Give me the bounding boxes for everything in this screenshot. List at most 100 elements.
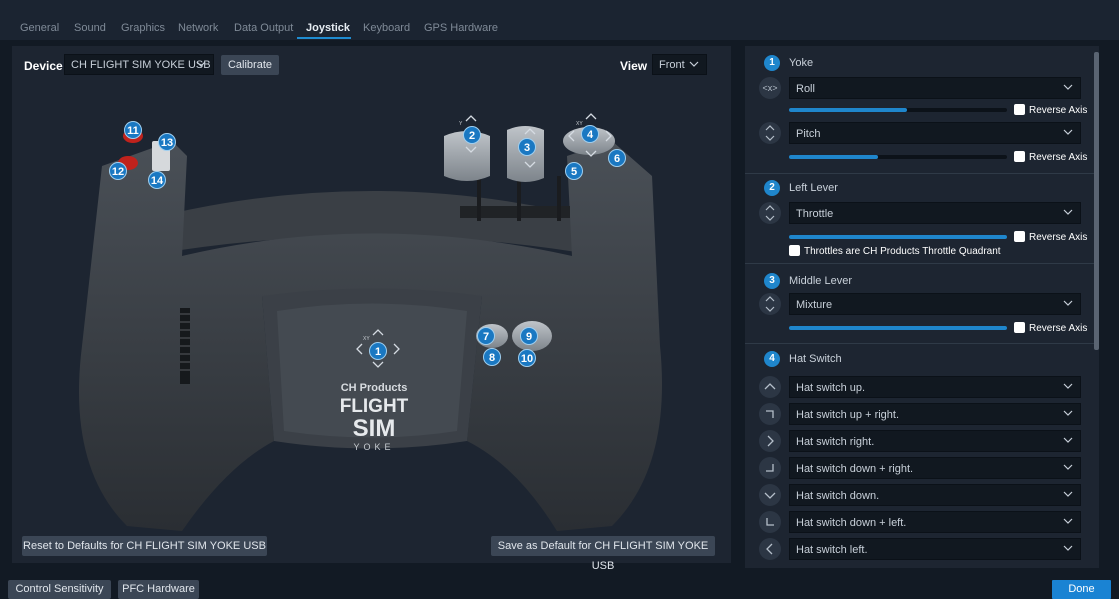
chevron-down-icon [1063, 129, 1073, 135]
chevron-down-icon [1063, 84, 1073, 90]
section-left-lever-title: Left Lever [789, 182, 838, 194]
tab-sound[interactable]: Sound [74, 22, 106, 34]
chevron-down-icon [1063, 518, 1073, 524]
tab-graphics[interactable]: Graphics [121, 22, 165, 34]
roll-select[interactable]: Roll [789, 77, 1081, 99]
badge-button-9[interactable]: 9 [520, 327, 538, 345]
pitch-select[interactable]: Pitch [789, 122, 1081, 144]
pitch-slider[interactable] [789, 155, 1007, 159]
roll-reverse-label: Reverse Axis [1029, 105, 1088, 116]
hat-up-select[interactable]: Hat switch up. [789, 376, 1081, 398]
hat-down-left-value: Hat switch down + left. [796, 517, 907, 529]
pitch-select-value: Pitch [796, 128, 821, 140]
hat-right-select[interactable]: Hat switch right. [789, 430, 1081, 452]
section-middle-lever-title: Middle Lever [789, 275, 852, 287]
pitch-reverse-checkbox[interactable] [1014, 151, 1025, 162]
badge-hat-switch[interactable]: 4 [581, 125, 599, 143]
badge-button-13[interactable]: 13 [158, 133, 176, 151]
throttle-slider-fill [789, 235, 1007, 239]
chevron-right-icon [759, 430, 781, 452]
chevron-down-icon [1063, 545, 1073, 551]
badge-yoke[interactable]: 1 [369, 342, 387, 360]
badge-button-6[interactable]: 6 [608, 149, 626, 167]
tab-bar: General Sound Graphics Network Data Outp… [0, 0, 1119, 40]
corner-down-left-icon [759, 511, 781, 533]
throttle-slider[interactable] [789, 235, 1007, 239]
hat-down-right-select[interactable]: Hat switch down + right. [789, 457, 1081, 479]
roll-axis-icon: <x> [759, 77, 781, 99]
hat-1-axis-label: XY [363, 336, 370, 342]
tab-network[interactable]: Network [178, 22, 218, 34]
section-hat-switch-number: 4 [764, 351, 780, 367]
mixture-slider[interactable] [789, 326, 1007, 330]
hat-right-value: Hat switch right. [796, 436, 875, 448]
brand-line-2: FLIGHT [340, 396, 409, 417]
chevron-down-icon [1063, 410, 1073, 416]
pitch-reverse-label: Reverse Axis [1029, 152, 1088, 163]
divider [745, 263, 1099, 264]
section-middle-lever-number: 3 [764, 273, 780, 289]
tab-joystick[interactable]: Joystick [306, 22, 350, 34]
corner-down-right-icon [759, 457, 781, 479]
hat-up-right-select[interactable]: Hat switch up + right. [789, 403, 1081, 425]
throttle-quadrant-label: Throttles are CH Products Throttle Quadr… [804, 246, 1001, 257]
yoke-image: CH Products FLIGHT SIM YOKE XY Y XY [79, 113, 662, 531]
throttle-reverse-checkbox[interactable] [1014, 231, 1025, 242]
tab-gps-hardware[interactable]: GPS Hardware [424, 22, 498, 34]
hat-down-select[interactable]: Hat switch down. [789, 484, 1081, 506]
mixture-select[interactable]: Mixture [789, 293, 1081, 315]
chevron-down-icon [1063, 209, 1073, 215]
roll-reverse-checkbox[interactable] [1014, 104, 1025, 115]
save-default-button[interactable]: Save as Default for CH FLIGHT SIM YOKE U… [491, 536, 715, 572]
mixture-reverse-checkbox[interactable] [1014, 322, 1025, 333]
throttle-select[interactable]: Throttle [789, 202, 1081, 224]
pfc-hardware-button[interactable]: PFC Hardware [118, 580, 199, 599]
hat-left-value: Hat switch left. [796, 544, 868, 556]
roll-select-value: Roll [796, 83, 815, 95]
mixture-reverse-label: Reverse Axis [1029, 323, 1088, 334]
chevron-down-icon [1063, 464, 1073, 470]
chevron-left-icon [759, 538, 781, 560]
tab-data-output[interactable]: Data Output [234, 22, 293, 34]
badge-button-5[interactable]: 5 [565, 162, 583, 180]
brand-line-3: SIM [353, 415, 396, 442]
mapping-scrollbar[interactable] [1094, 52, 1099, 350]
badge-button-12[interactable]: 12 [109, 162, 127, 180]
badge-button-7[interactable]: 7 [477, 327, 495, 345]
badge-button-10[interactable]: 10 [518, 349, 536, 367]
hat-down-left-select[interactable]: Hat switch down + left. [789, 511, 1081, 533]
hat-4-axis-label: XY [576, 121, 583, 127]
badge-middle-lever[interactable]: 3 [518, 138, 536, 156]
badge-left-lever[interactable]: 2 [463, 126, 481, 144]
brand-line-1: CH Products [341, 382, 408, 394]
brand-line-4: YOKE [353, 442, 394, 452]
done-button[interactable]: Done [1052, 580, 1111, 599]
hat-left-select[interactable]: Hat switch left. [789, 538, 1081, 560]
roll-slider-fill [789, 108, 907, 112]
badge-button-14[interactable]: 14 [148, 171, 166, 189]
roll-slider[interactable] [789, 108, 1007, 112]
throttle-reverse-label: Reverse Axis [1029, 232, 1088, 243]
section-yoke-title: Yoke [789, 57, 814, 69]
badge-button-8[interactable]: 8 [483, 348, 501, 366]
hat-down-right-value: Hat switch down + right. [796, 463, 914, 475]
chevron-down-icon [759, 484, 781, 506]
throttle-axis-icon [759, 202, 781, 224]
throttle-quadrant-checkbox[interactable] [789, 245, 800, 256]
reset-defaults-button[interactable]: Reset to Defaults for CH FLIGHT SIM YOKE… [22, 536, 267, 556]
section-left-lever-number: 2 [764, 180, 780, 196]
chevron-down-icon [1063, 300, 1073, 306]
divider [745, 343, 1099, 344]
tab-keyboard[interactable]: Keyboard [363, 22, 410, 34]
mixture-slider-fill [789, 326, 1007, 330]
device-panel: Device CH FLIGHT SIM YOKE USB Calibrate … [12, 46, 731, 572]
tab-general[interactable]: General [20, 22, 59, 34]
corner-up-right-icon [759, 403, 781, 425]
divider [745, 173, 1099, 174]
section-hat-switch-title: Hat Switch [789, 353, 842, 365]
chevron-up-icon [759, 376, 781, 398]
control-sensitivity-button[interactable]: Control Sensitivity [8, 580, 111, 599]
mixture-select-value: Mixture [796, 299, 833, 311]
chevron-down-icon [1063, 437, 1073, 443]
badge-button-11[interactable]: 11 [124, 121, 142, 139]
